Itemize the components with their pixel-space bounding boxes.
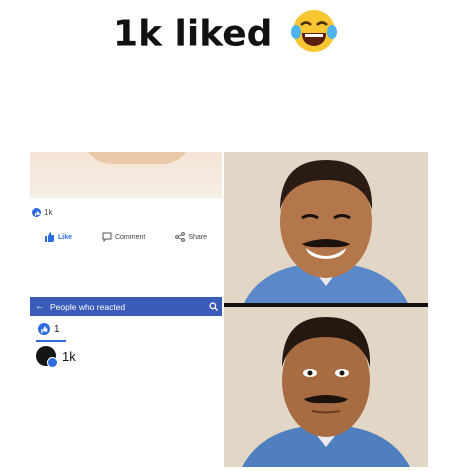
like-reaction-icon [38, 323, 50, 335]
reactions-title: People who reacted [50, 301, 126, 312]
caption-text: 1k liked [113, 13, 273, 55]
thumbs-up-icon [44, 232, 54, 242]
tab-active-indicator [36, 340, 66, 342]
like-badge-icon [47, 357, 58, 368]
like-label: Like [57, 233, 72, 241]
reactor-list-item[interactable]: 1k [36, 346, 76, 368]
share-button[interactable]: Share [175, 232, 207, 242]
comment-button[interactable]: Comment [102, 232, 145, 242]
meme-caption: 1k liked [0, 8, 450, 63]
reactions-header: ← People who reacted [30, 297, 222, 316]
post-screenshot: 1k Like Comment Share [30, 152, 222, 310]
avatar [36, 346, 58, 368]
reaction-count: 1k [44, 208, 53, 217]
like-button[interactable]: Like [44, 232, 72, 242]
share-icon [175, 232, 186, 242]
comment-icon [102, 232, 112, 242]
search-icon[interactable] [204, 302, 222, 311]
post-action-bar: Like Comment Share [30, 232, 222, 242]
post-photo-crop [30, 152, 222, 198]
back-arrow-icon[interactable]: ← [30, 301, 50, 312]
share-label: Share [188, 233, 207, 241]
serious-man-photo [224, 307, 428, 467]
like-reaction-icon [32, 208, 41, 217]
face-with-tears-of-joy-icon [290, 8, 337, 63]
reaction-count-row[interactable]: 1k [32, 208, 52, 217]
smiling-man-photo [224, 152, 428, 303]
comment-label: Comment [114, 233, 146, 241]
reactor-label: 1k [62, 348, 76, 364]
tab-like-reactions[interactable]: 1 [38, 323, 60, 335]
tab-count: 1 [54, 323, 60, 335]
